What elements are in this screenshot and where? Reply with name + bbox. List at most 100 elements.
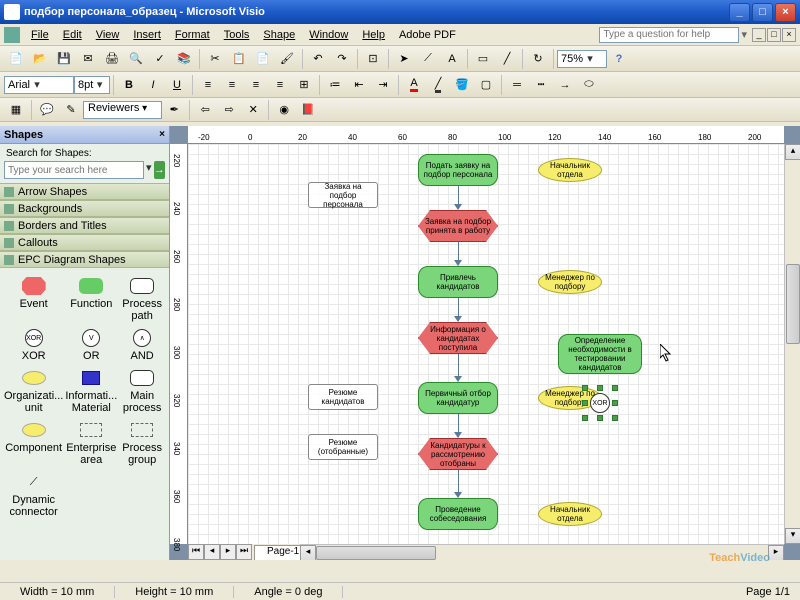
shadow-button[interactable]: ▢ (475, 74, 497, 96)
shapes-panel-close[interactable]: × (159, 129, 165, 140)
scroll-thumb-v[interactable] (786, 264, 800, 344)
redo-button[interactable]: ↷ (331, 48, 353, 70)
line-weight-button[interactable]: ═ (506, 74, 528, 96)
scroll-thumb-h[interactable] (316, 546, 436, 560)
arrow-ends-button[interactable]: → (554, 74, 576, 96)
pdf-export-button[interactable]: 📕 (297, 99, 319, 121)
email-button[interactable]: ✉ (77, 48, 99, 70)
copy-button[interactable]: 📋 (228, 48, 250, 70)
text-tool[interactable]: A (441, 48, 463, 70)
fill-color-button[interactable]: 🪣 (451, 74, 473, 96)
shape-info-material[interactable]: Informati... Material (65, 368, 117, 414)
print-preview-button[interactable]: 🔍 (125, 48, 147, 70)
scroll-left-button[interactable]: ◂ (300, 545, 316, 560)
stencil-arrow-shapes[interactable]: Arrow Shapes (0, 183, 169, 200)
shape-org-unit[interactable]: Organizati... unit (4, 368, 63, 414)
canvas-info-2[interactable]: Резюме кандидатов (308, 384, 378, 410)
menu-adobe-pdf[interactable]: Adobe PDF (392, 27, 463, 43)
align-left-button[interactable]: ≡ (197, 74, 219, 96)
font-name-combo[interactable]: Arial▾ (4, 76, 74, 94)
menu-shape[interactable]: Shape (256, 27, 302, 43)
font-size-combo[interactable]: 8pt▾ (74, 76, 110, 94)
research-button[interactable]: 📚 (173, 48, 195, 70)
corner-rounding-button[interactable]: ⬭ (578, 74, 600, 96)
line-pattern-button[interactable]: ┅ (530, 74, 552, 96)
maximize-button[interactable]: □ (752, 3, 773, 22)
menu-format[interactable]: Format (168, 27, 217, 43)
edit-comment-button[interactable]: ✎ (60, 99, 82, 121)
shape-process-path[interactable]: Process path (119, 276, 165, 322)
canvas-function-2[interactable]: Привлечь кандидатов (418, 266, 498, 298)
pointer-tool[interactable]: ➤ (393, 48, 415, 70)
menu-tools[interactable]: Tools (217, 27, 257, 43)
help-search-input[interactable] (599, 27, 739, 43)
canvas-function-1[interactable]: Подать заявку на подбор персонала (418, 154, 498, 186)
stencil-callouts[interactable]: Callouts (0, 234, 169, 251)
cut-button[interactable]: ✂ (204, 48, 226, 70)
help-button[interactable]: ? (608, 48, 630, 70)
stencil-epc-diagram[interactable]: EPC Diagram Shapes (0, 251, 169, 268)
last-page-button[interactable]: ⏭ (236, 544, 252, 560)
vertical-ruler[interactable]: 220240260280300320340360380 (170, 144, 188, 544)
shape-and[interactable]: ∧AND (119, 328, 165, 362)
canvas-event-2[interactable]: Информация о кандидатах поступила (418, 322, 498, 354)
next-page-button[interactable]: ▸ (220, 544, 236, 560)
increase-indent-button[interactable]: ⇥ (372, 74, 394, 96)
canvas-function-4[interactable]: Первичный отбор кандидатур (418, 382, 498, 414)
vertical-scrollbar[interactable]: ▴ ▾ (784, 144, 800, 544)
mdi-restore[interactable]: □ (767, 28, 781, 42)
shape-event[interactable]: Event (4, 276, 63, 322)
search-shapes-input[interactable] (4, 161, 144, 179)
menu-window[interactable]: Window (302, 27, 355, 43)
align-center-button[interactable]: ≡ (221, 74, 243, 96)
insert-comment-button[interactable]: 💬 (36, 99, 58, 121)
help-dropdown[interactable]: ▾ (741, 28, 747, 41)
spelling-button[interactable]: ✓ (149, 48, 171, 70)
search-dropdown[interactable]: ▾ (146, 161, 152, 179)
stamp-button[interactable]: ⊡ (362, 48, 384, 70)
canvas-info-3[interactable]: Резюме (отобранные) (308, 434, 378, 460)
save-button[interactable]: 💾 (53, 48, 75, 70)
decrease-indent-button[interactable]: ⇤ (348, 74, 370, 96)
canvas-xor-selected[interactable]: XOR (590, 393, 610, 413)
stencil-borders-titles[interactable]: Borders and Titles (0, 217, 169, 234)
canvas-org-1[interactable]: Начальник отдела (538, 158, 602, 182)
canvas-org-2[interactable]: Менеджер по подбору (538, 270, 602, 294)
ink-tool[interactable]: ✒ (163, 99, 185, 121)
canvas-org-4[interactable]: Начальник отдела (538, 502, 602, 526)
close-button[interactable]: × (775, 3, 796, 22)
stencil-backgrounds[interactable]: Backgrounds (0, 200, 169, 217)
line-color-button[interactable]: ╱ (427, 74, 449, 96)
scroll-up-button[interactable]: ▴ (785, 144, 800, 160)
bullets-button[interactable]: ≔ (324, 74, 346, 96)
new-button[interactable]: 📄 (5, 48, 27, 70)
menu-insert[interactable]: Insert (126, 27, 168, 43)
print-button[interactable]: 🖨 (101, 48, 123, 70)
selected-shape-container[interactable]: XOR (585, 388, 615, 418)
connector-tool[interactable]: ⟋ (417, 48, 439, 70)
shape-enterprise-area[interactable]: Enterprise area (65, 420, 117, 466)
first-page-button[interactable]: ⏮ (188, 544, 204, 560)
shapes-window-button[interactable]: ▦ (5, 99, 27, 121)
shape-process-group[interactable]: Process group (119, 420, 165, 466)
format-painter-button[interactable]: 🖌 (276, 48, 298, 70)
scroll-down-button[interactable]: ▾ (785, 528, 800, 544)
menu-view[interactable]: View (89, 27, 127, 43)
drawing-canvas[interactable]: Подать заявку на подбор персонала Началь… (188, 144, 784, 544)
zoom-combo[interactable]: 75%▾ (557, 50, 607, 68)
canvas-function-3[interactable]: Определение необходимости в тестировании… (558, 334, 642, 374)
mdi-minimize[interactable]: _ (752, 28, 766, 42)
shape-dynamic-connector[interactable]: ⟋Dynamic connector (4, 472, 63, 518)
shape-component[interactable]: Component (4, 420, 63, 466)
line-tool[interactable]: ╱ (496, 48, 518, 70)
menu-edit[interactable]: Edit (56, 27, 89, 43)
rectangle-tool[interactable]: ▭ (472, 48, 494, 70)
rotate-button[interactable]: ↻ (527, 48, 549, 70)
shape-main-process[interactable]: Main process (119, 368, 165, 414)
canvas-info-1[interactable]: Заявка на подбор персонала (308, 182, 378, 208)
italic-button[interactable]: I (142, 74, 164, 96)
paste-button[interactable]: 📄 (252, 48, 274, 70)
shape-function[interactable]: Function (65, 276, 117, 322)
scroll-right-button[interactable]: ▸ (768, 545, 784, 560)
bold-button[interactable]: B (118, 74, 140, 96)
